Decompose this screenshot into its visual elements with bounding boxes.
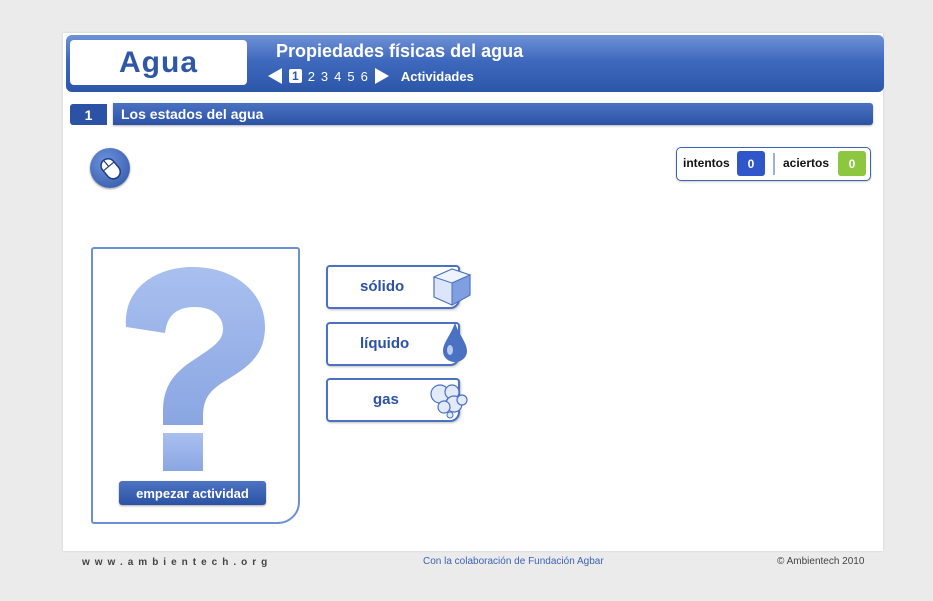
logo: Agua: [70, 40, 247, 85]
copyright-text: © Ambientech 2010: [777, 556, 865, 567]
option-solid-label: sólido: [360, 278, 405, 295]
next-arrow-icon[interactable]: [374, 68, 389, 84]
page-link-2[interactable]: 2: [308, 69, 315, 84]
page-link-6[interactable]: 6: [361, 69, 368, 84]
option-solid-button[interactable]: sólido: [326, 265, 472, 309]
attempts-counter: 0: [737, 151, 765, 176]
section-bar: Los estados del agua: [113, 103, 873, 125]
option-liquid-label: líquido: [360, 335, 410, 352]
option-liquid-button[interactable]: líquido: [326, 322, 467, 366]
collaboration-text: Con la colaboración de Fundación Agbar: [423, 556, 604, 567]
page-link-1[interactable]: 1: [289, 69, 302, 83]
attempts-label: intentos: [683, 156, 730, 170]
page-link-5[interactable]: 5: [347, 69, 354, 84]
score-panel: intentos 0 aciertos 0: [676, 147, 871, 181]
score-divider: [773, 153, 775, 175]
page-navigation: 1 2 3 4 5 6 Actividades: [268, 67, 474, 85]
option-gas-button[interactable]: gas: [326, 378, 468, 422]
page-title: Propiedades físicas del agua: [276, 41, 524, 61]
section-title: Los estados del agua: [121, 106, 264, 122]
hits-label: aciertos: [783, 156, 830, 170]
activities-link[interactable]: Actividades: [401, 69, 474, 84]
water-drop-icon: [443, 322, 467, 362]
start-activity-button[interactable]: empezar actividad: [119, 481, 266, 505]
cloud-icon: [430, 384, 468, 419]
logo-text: Agua: [119, 45, 198, 79]
mouse-icon: [90, 148, 130, 188]
section-number: 1: [70, 104, 107, 125]
website-link[interactable]: www.ambientech.org: [82, 557, 272, 568]
page-link-4[interactable]: 4: [334, 69, 341, 84]
ice-cube-icon: [432, 268, 472, 306]
hits-counter: 0: [838, 151, 866, 176]
page-link-3[interactable]: 3: [321, 69, 328, 84]
option-gas-label: gas: [373, 391, 399, 408]
previous-arrow-icon[interactable]: [268, 68, 282, 84]
header: Agua Propiedades físicas del agua 1 2 3 …: [66, 35, 884, 92]
